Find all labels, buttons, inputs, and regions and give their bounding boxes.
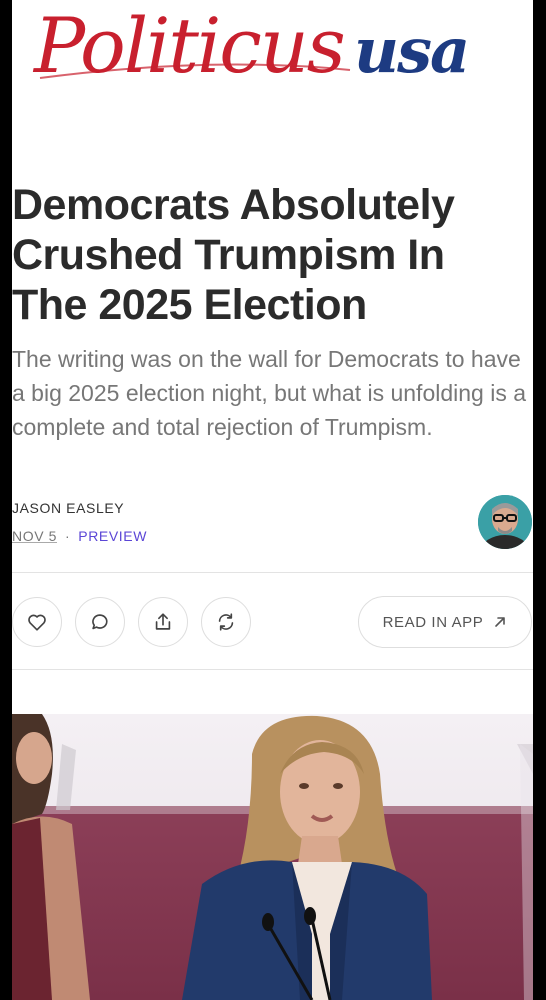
divider-bottom: [12, 669, 533, 670]
author-avatar[interactable]: [478, 495, 532, 549]
svg-text:usa: usa: [354, 14, 468, 87]
article-page: Politicus usa Democrats Absolutely Crush…: [12, 0, 533, 1000]
share-button[interactable]: [138, 597, 188, 647]
divider-top: [12, 572, 533, 573]
comment-button[interactable]: [75, 597, 125, 647]
politicususa-logo-image: Politicus usa: [32, 1, 470, 88]
publication-logo[interactable]: Politicus usa: [30, 0, 510, 88]
like-button[interactable]: [12, 597, 62, 647]
article-hero-image[interactable]: [12, 714, 533, 1000]
share-icon: [155, 613, 171, 630]
article-headline[interactable]: Democrats Absolutely Crushed Trumpism In…: [12, 180, 527, 330]
article-meta: NOV 5 · PREVIEW: [12, 528, 147, 544]
meta-separator: ·: [65, 528, 71, 544]
heart-icon: [28, 614, 46, 631]
read-in-app-button[interactable]: READ IN APP: [358, 596, 532, 648]
publish-date[interactable]: NOV 5: [12, 528, 57, 544]
article-subtitle: The writing was on the wall for Democrat…: [12, 346, 527, 440]
author-name[interactable]: JASON EASLEY: [12, 500, 124, 516]
arrow-up-right-icon: [495, 617, 506, 627]
read-in-app-label: READ IN APP: [382, 613, 484, 631]
comment-icon: [92, 614, 108, 630]
svg-text:Politicus: Politicus: [32, 1, 344, 88]
preview-badge: PREVIEW: [78, 528, 148, 544]
restack-button[interactable]: [201, 597, 251, 647]
restack-icon: [218, 613, 234, 631]
